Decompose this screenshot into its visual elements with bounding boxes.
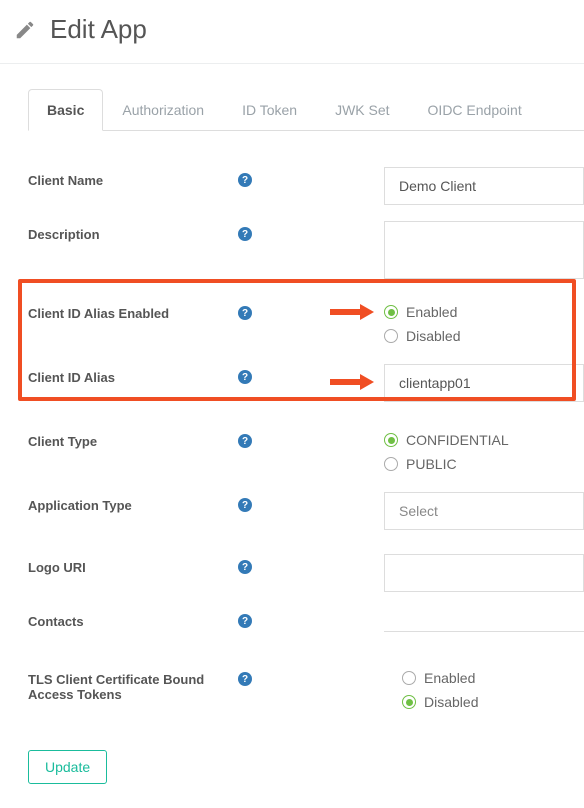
label-client-id-alias-enabled: Client ID Alias Enabled (28, 300, 169, 321)
arrow-icon (330, 374, 374, 390)
label-client-type: Client Type (28, 428, 97, 449)
help-icon[interactable]: ? (238, 173, 252, 187)
tab-bar: Basic Authorization ID Token JWK Set OID… (28, 88, 584, 131)
input-description[interactable] (384, 221, 584, 279)
tab-basic[interactable]: Basic (28, 89, 103, 131)
help-icon[interactable]: ? (238, 498, 252, 512)
label-tls-bound: TLS Client Certificate Bound Access Toke… (28, 666, 238, 702)
radio-public[interactable]: PUBLIC (384, 456, 584, 472)
input-client-id-alias[interactable] (384, 364, 584, 402)
input-client-name[interactable] (384, 167, 584, 205)
row-application-type: Application Type ? Select (28, 484, 584, 538)
radio-tls-disabled[interactable]: Disabled (402, 694, 584, 710)
help-icon[interactable]: ? (238, 434, 252, 448)
tab-authorization[interactable]: Authorization (103, 89, 223, 131)
help-icon[interactable]: ? (238, 560, 252, 574)
row-client-id-alias: Client ID Alias ? (28, 356, 584, 410)
label-description: Description (28, 221, 100, 242)
help-icon[interactable]: ? (238, 672, 252, 686)
tab-oidc-endpoint[interactable]: OIDC Endpoint (409, 89, 541, 131)
radio-group-alias-enabled: Enabled Disabled (384, 300, 584, 344)
radio-alias-disabled[interactable]: Disabled (384, 328, 584, 344)
page-header: Edit App (0, 0, 584, 64)
radio-group-client-type: CONFIDENTIAL PUBLIC (384, 428, 584, 472)
select-application-type[interactable]: Select (384, 492, 584, 530)
tab-jwk-set[interactable]: JWK Set (316, 89, 408, 131)
label-client-id-alias: Client ID Alias (28, 364, 115, 385)
label-application-type: Application Type (28, 492, 132, 513)
label-client-name: Client Name (28, 167, 103, 188)
help-icon[interactable]: ? (238, 306, 252, 320)
edit-icon (14, 19, 36, 41)
radio-confidential[interactable]: CONFIDENTIAL (384, 432, 584, 448)
row-client-name: Client Name ? (28, 159, 584, 213)
form: Client Name ? Description ? Client ID Al… (28, 159, 584, 722)
input-contacts[interactable] (384, 608, 584, 632)
radio-alias-enabled[interactable]: Enabled (384, 304, 584, 320)
row-logo-uri: Logo URI ? (28, 546, 584, 600)
label-logo-uri: Logo URI (28, 554, 86, 575)
arrow-icon (330, 304, 374, 320)
label-contacts: Contacts (28, 608, 84, 629)
update-button[interactable]: Update (28, 750, 107, 784)
row-contacts: Contacts ? (28, 600, 584, 648)
tab-id-token[interactable]: ID Token (223, 89, 316, 131)
input-logo-uri[interactable] (384, 554, 584, 592)
radio-group-tls: Enabled Disabled (384, 666, 584, 710)
row-description: Description ? (28, 213, 584, 292)
radio-tls-enabled[interactable]: Enabled (402, 670, 584, 686)
help-icon[interactable]: ? (238, 614, 252, 628)
help-icon[interactable]: ? (238, 227, 252, 241)
row-tls-bound: TLS Client Certificate Bound Access Toke… (28, 658, 584, 722)
help-icon[interactable]: ? (238, 370, 252, 384)
row-client-type: Client Type ? CONFIDENTIAL PUBLIC (28, 420, 584, 484)
row-client-id-alias-enabled: Client ID Alias Enabled ? Enabled Disabl… (28, 292, 584, 356)
page-title: Edit App (50, 14, 147, 45)
